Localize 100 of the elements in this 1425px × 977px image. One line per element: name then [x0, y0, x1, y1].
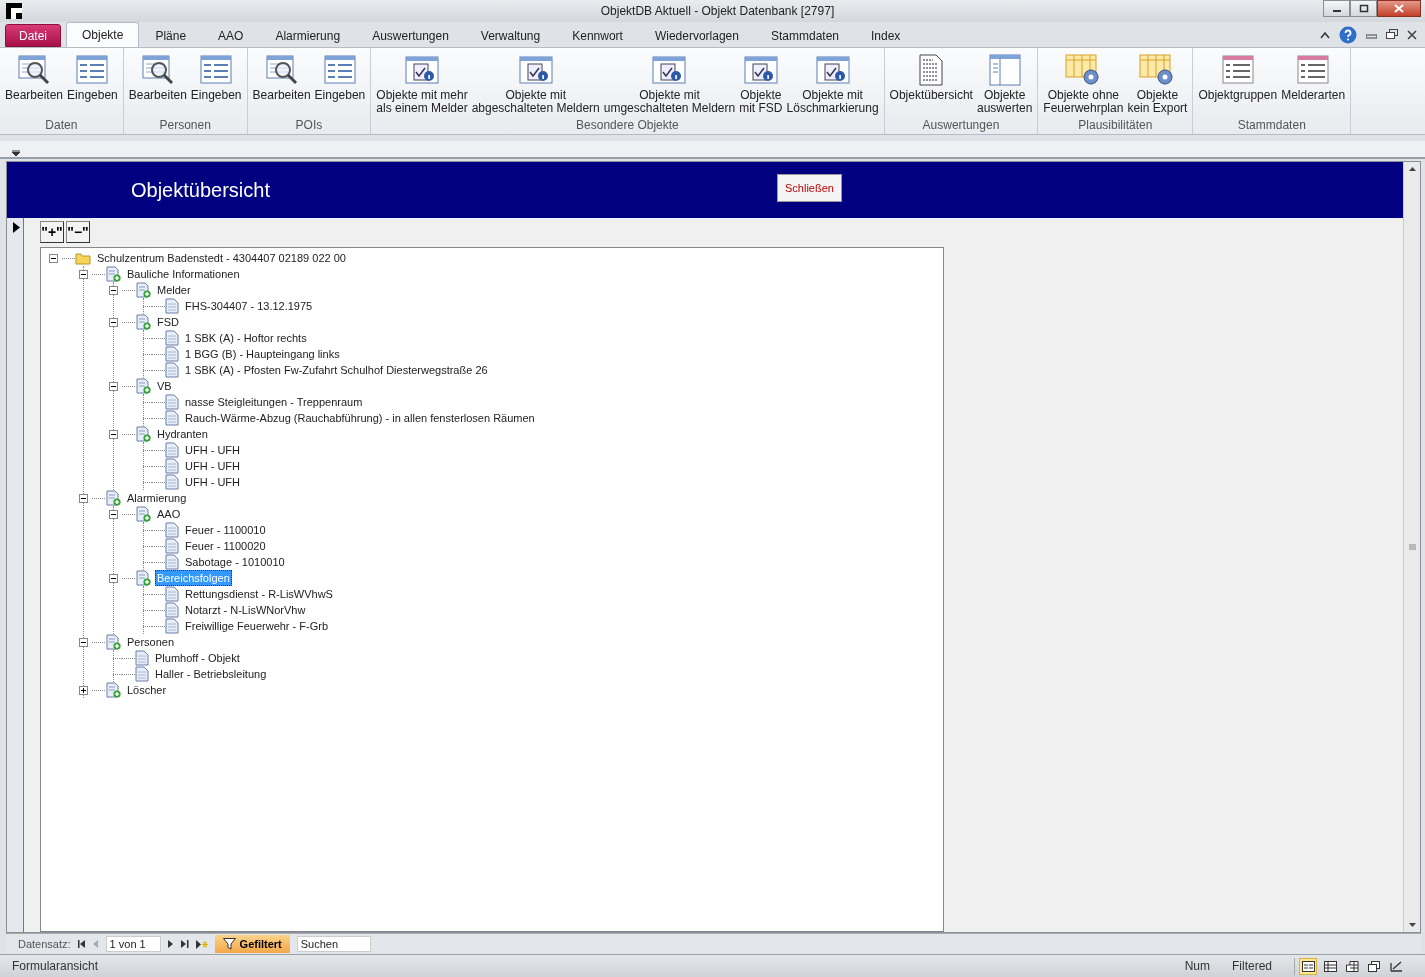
- ribbon-tab[interactable]: Auswertungen: [356, 24, 465, 47]
- ribbon-button[interactable]: Objektgruppen: [1196, 48, 1280, 118]
- view-button[interactable]: [1299, 957, 1317, 975]
- expand-all-button[interactable]: "+": [40, 221, 64, 243]
- tree-item[interactable]: Notarzt - N-LisWNorVhw: [183, 602, 308, 618]
- collapse-icon[interactable]: [79, 269, 88, 279]
- clipboard-info-icon: [652, 56, 687, 84]
- restore-icon[interactable]: [1386, 29, 1398, 40]
- ribbon-tab[interactable]: Objekte: [66, 22, 140, 47]
- close-form-button[interactable]: Schließen: [777, 174, 842, 202]
- tree-item[interactable]: Feuer - 1100010: [183, 522, 268, 538]
- tree-item[interactable]: Haller - Betriebsleitung: [153, 666, 269, 682]
- ribbon-tab[interactable]: Stammdaten: [754, 24, 855, 47]
- tree-item[interactable]: Melder: [155, 282, 193, 298]
- collapse-icon[interactable]: [109, 509, 118, 519]
- minimize-button[interactable]: [1323, 0, 1350, 17]
- ribbon-button[interactable]: Eingeben: [312, 48, 368, 118]
- vertical-scrollbar[interactable]: [1403, 162, 1420, 932]
- collapse-icon[interactable]: [109, 573, 118, 583]
- tree-item[interactable]: nasse Steigleitungen - Treppenraum: [183, 394, 365, 410]
- tree-item[interactable]: Hydranten: [155, 426, 210, 442]
- tree-item[interactable]: Rettungsdienst - R-LisWVhwS: [183, 586, 335, 602]
- collapse-ribbon-icon[interactable]: [1320, 30, 1330, 39]
- ribbon-button[interactable]: Objekte mit mehr als einem Melder: [374, 48, 470, 118]
- tree-item[interactable]: FHS-304407 - 13.12.1975: [183, 298, 315, 314]
- collapse-icon[interactable]: [109, 317, 118, 327]
- record-selector[interactable]: [7, 218, 24, 932]
- collapse-icon[interactable]: [109, 429, 118, 439]
- ribbon-button[interactable]: Objekte mit Löschmarkierung: [784, 48, 881, 118]
- tree-item[interactable]: Feuer - 1100020: [183, 538, 268, 554]
- tree-item[interactable]: UFH - UFH: [183, 474, 242, 490]
- ribbon-group-label: Daten: [45, 118, 78, 134]
- close-icon[interactable]: [1407, 29, 1417, 40]
- record-number-field[interactable]: 1 von 1: [105, 936, 161, 952]
- scroll-down-icon[interactable]: [1408, 923, 1416, 928]
- tree-item[interactable]: 1 BGG (B) - Haupteingang links: [183, 346, 342, 362]
- ribbon-tab[interactable]: Pläne: [139, 24, 203, 47]
- filter-toggle-button[interactable]: Gefiltert: [214, 935, 290, 953]
- tree-item[interactable]: Freiwillige Feuerwehr - F-Grb: [183, 618, 331, 634]
- ribbon-button[interactable]: Bearbeiten: [126, 48, 189, 118]
- document-icon: [165, 410, 179, 426]
- expand-icon[interactable]: [79, 685, 88, 695]
- ribbon-button[interactable]: Bearbeiten: [250, 48, 313, 118]
- filter-icon: [222, 938, 236, 950]
- last-record-icon[interactable]: [180, 940, 189, 948]
- file-tab[interactable]: Datei: [5, 24, 61, 47]
- ribbon-button[interactable]: Objekte auswerten: [974, 48, 1035, 118]
- collapse-icon[interactable]: [79, 493, 88, 503]
- collapse-icon[interactable]: [79, 637, 88, 647]
- help-icon[interactable]: [1339, 25, 1357, 44]
- scroll-up-icon[interactable]: [1408, 166, 1416, 171]
- tree-item[interactable]: 1 SBK (A) - Pfosten Fw-Zufahrt Schulhof Diesterwegstraße 26: [183, 362, 490, 378]
- tree-item[interactable]: Alarmierung: [125, 490, 189, 506]
- ribbon-button[interactable]: Objekte ohne Feuerwehrplan: [1041, 48, 1126, 118]
- collapse-all-button[interactable]: "−": [66, 221, 90, 243]
- ribbon-button[interactable]: Melderarten: [1279, 48, 1348, 118]
- tree-item[interactable]: UFH - UFH: [183, 442, 242, 458]
- close-button[interactable]: [1377, 0, 1421, 17]
- ribbon-button[interactable]: Eingeben: [188, 48, 244, 118]
- tree-item[interactable]: Bauliche Informationen: [125, 266, 242, 282]
- ribbon-group-label: POIs: [295, 118, 323, 134]
- ribbon-button[interactable]: Objekte mit umgeschalteten Meldern: [601, 48, 738, 118]
- ribbon-tab[interactable]: Alarmierung: [259, 24, 357, 47]
- ribbon-tab[interactable]: Index: [855, 24, 917, 47]
- tree-item[interactable]: FSD: [155, 314, 181, 330]
- tree-item[interactable]: Personen: [125, 634, 177, 650]
- dropdown-arrow-icon[interactable]: [12, 150, 20, 156]
- tree-item[interactable]: Löscher: [125, 682, 169, 698]
- ribbon-tab[interactable]: Kennwort: [556, 24, 639, 47]
- maximize-button[interactable]: [1350, 0, 1377, 17]
- ribbon-button[interactable]: Eingeben: [65, 48, 120, 118]
- ribbon-tab[interactable]: AAO: [202, 24, 260, 47]
- ribbon-button[interactable]: Objekte kein Export: [1125, 48, 1190, 118]
- search-field[interactable]: Suchen: [296, 936, 371, 952]
- collapse-icon[interactable]: [109, 285, 118, 295]
- ribbon-button[interactable]: Objekte mit FSD: [737, 48, 785, 118]
- tree-item[interactable]: Plumhoff - Objekt: [153, 650, 242, 666]
- next-record-icon[interactable]: [167, 940, 174, 948]
- tree-item[interactable]: VB: [155, 378, 174, 394]
- maximize-icon: [1358, 4, 1369, 13]
- form-icon: [323, 55, 356, 85]
- tree-item[interactable]: Sabotage - 1010010: [183, 554, 287, 570]
- ribbon-button[interactable]: Bearbeiten: [3, 48, 66, 118]
- first-record-icon[interactable]: [77, 940, 86, 948]
- collapse-icon[interactable]: [109, 381, 118, 391]
- tree-item[interactable]: Rauch-Wärme-Abzug (Rauchabführung) - in allen fensterlosen Räumen: [183, 410, 537, 426]
- document-plus-icon: [135, 426, 151, 442]
- tree-item[interactable]: 1 SBK (A) - Hoftor rechts: [183, 330, 309, 346]
- ribbon-tab[interactable]: Verwaltung: [464, 24, 557, 47]
- ribbon-button[interactable]: Objektübersicht: [887, 48, 975, 118]
- ribbon-tab[interactable]: Wiedervorlagen: [638, 24, 755, 47]
- folder-icon: [75, 251, 91, 265]
- collapse-icon[interactable]: [49, 253, 58, 263]
- document-plus-icon: [105, 266, 121, 282]
- tree-item[interactable]: Schulzentrum Badenstedt - 4304407 02189 022 00: [95, 250, 348, 266]
- new-record-icon[interactable]: [195, 939, 208, 949]
- tree-item[interactable]: UFH - UFH: [183, 458, 242, 474]
- tree-item[interactable]: AAO: [155, 506, 183, 522]
- scroll-grip-icon[interactable]: [1408, 543, 1416, 551]
- ribbon-button[interactable]: Objekte mit abgeschalteten Meldern: [469, 48, 602, 118]
